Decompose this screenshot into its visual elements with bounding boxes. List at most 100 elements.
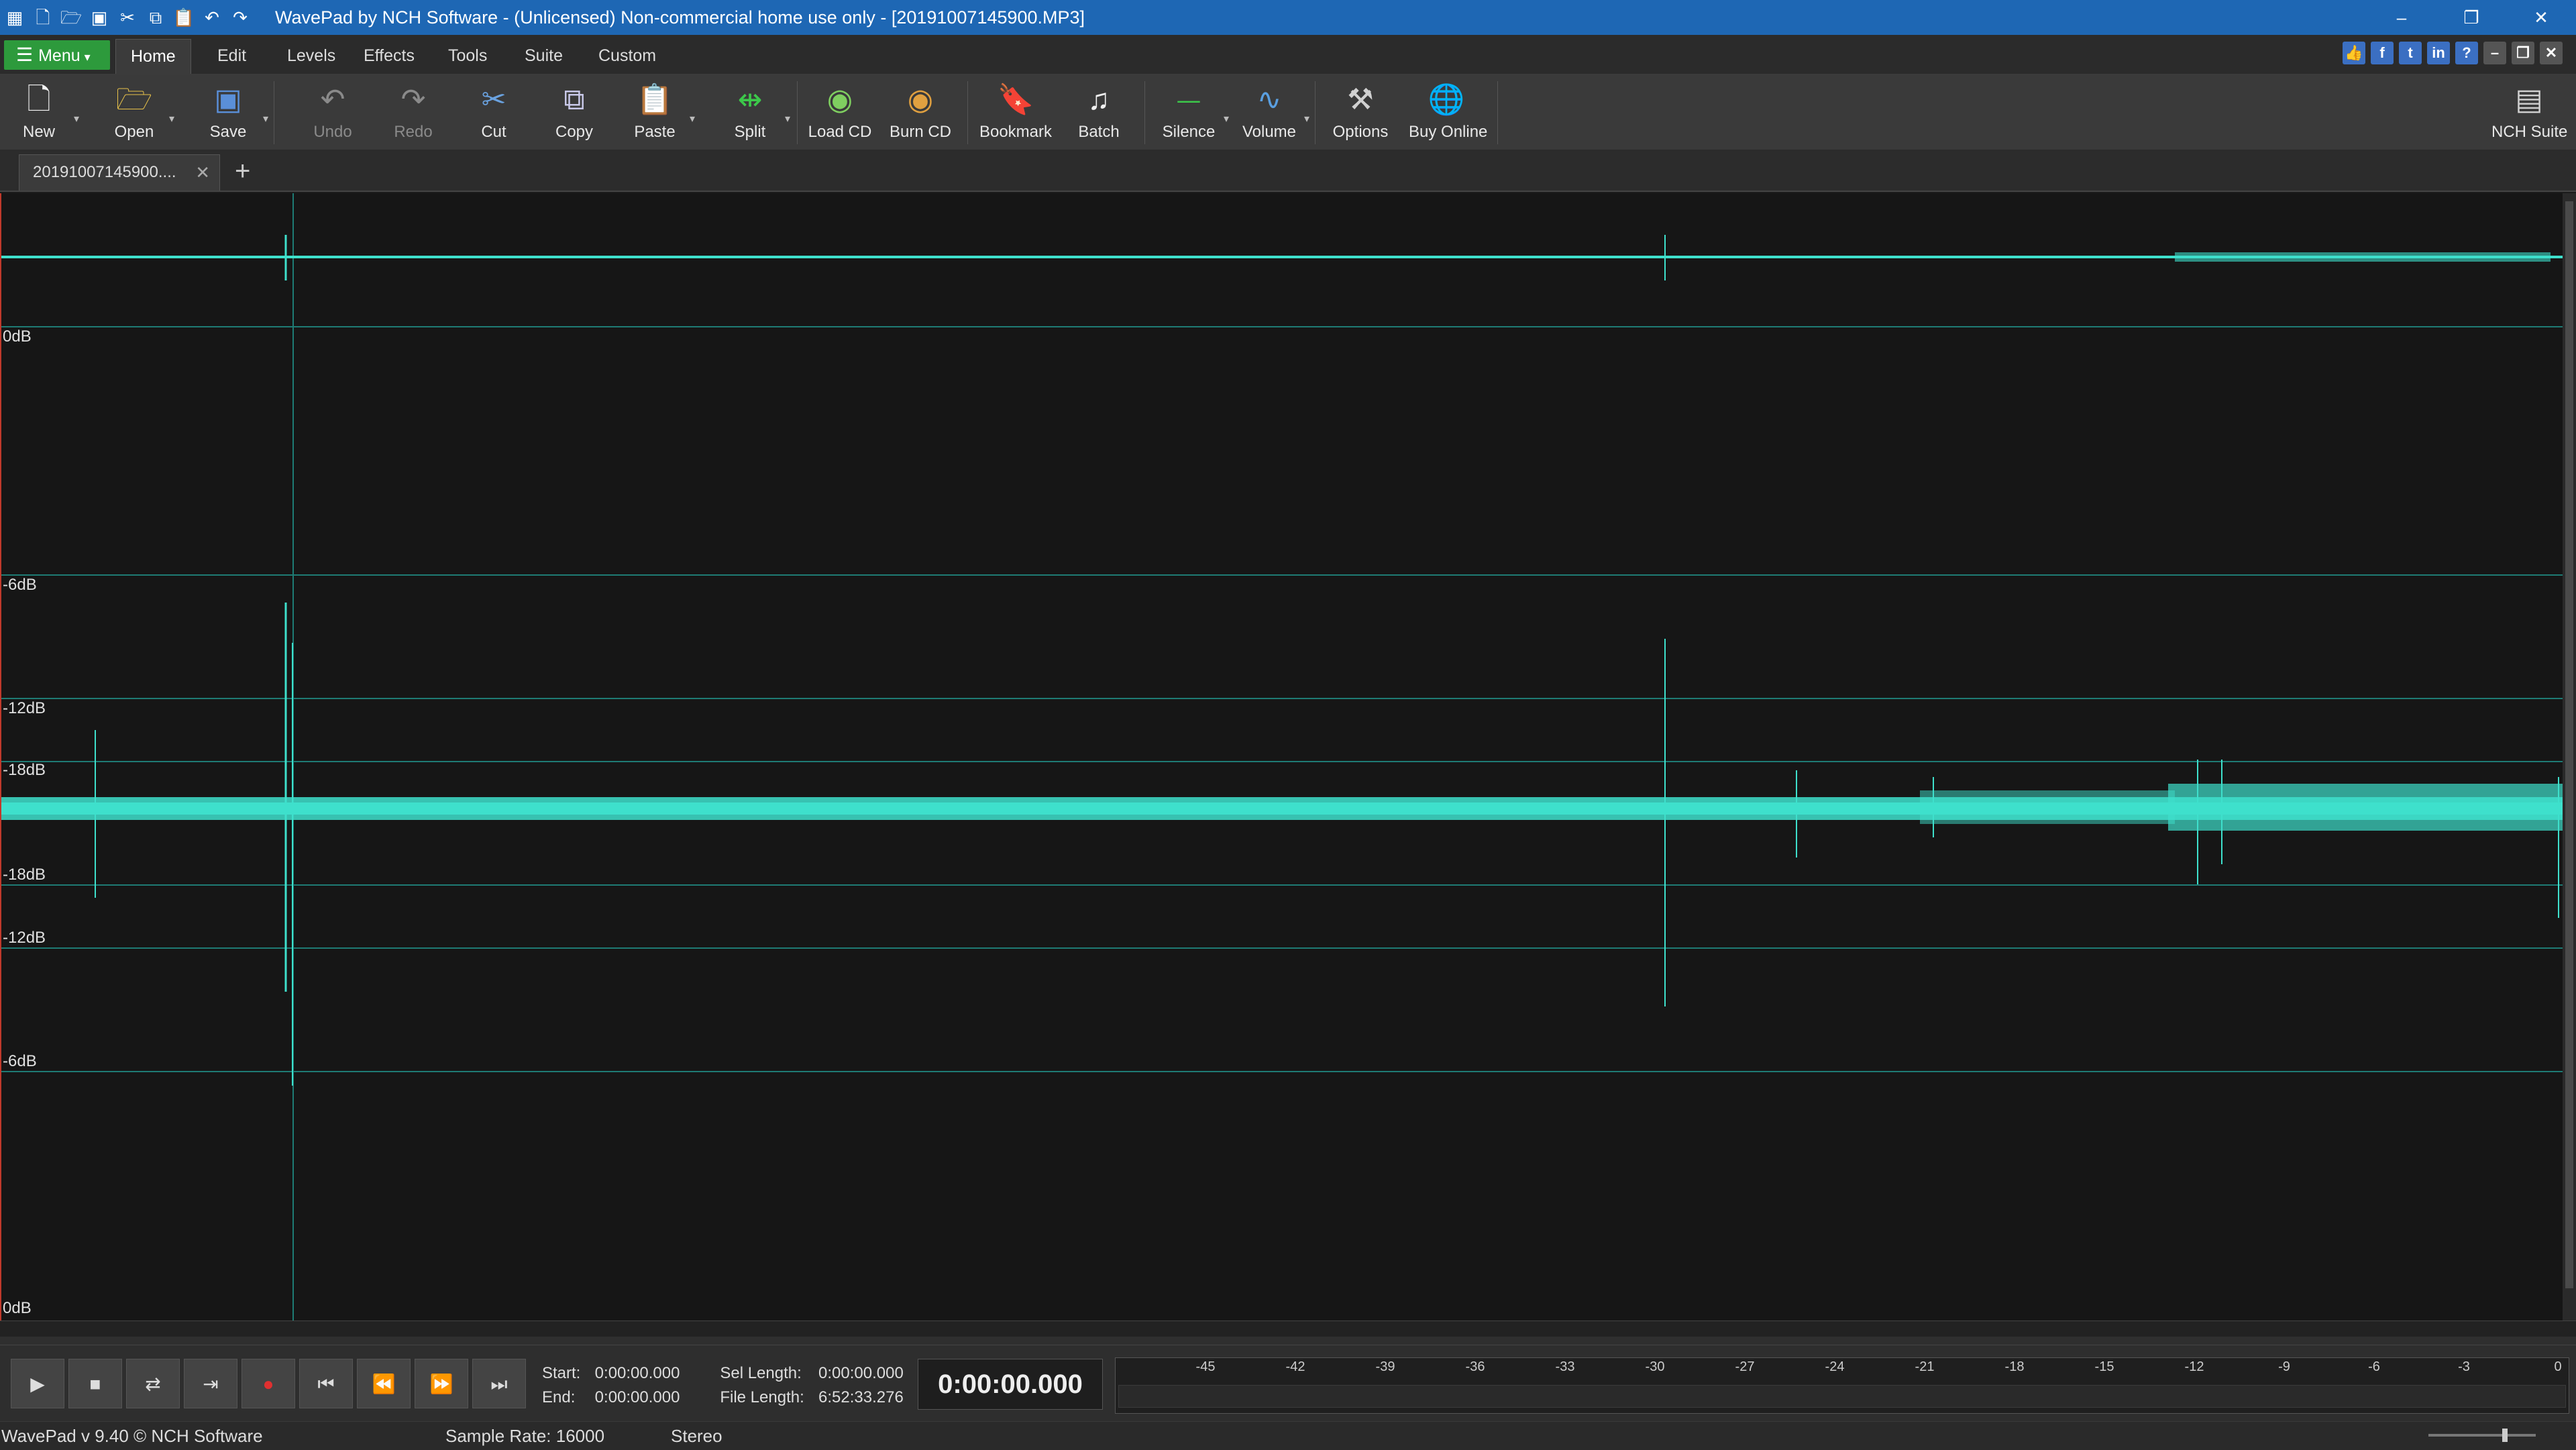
facebook-icon[interactable]: f (2371, 42, 2394, 64)
load-cd-button[interactable]: ◉ Load CD (802, 79, 877, 146)
document-tab[interactable]: 20191007145900.... ✕ (19, 154, 220, 191)
save-button[interactable]: ▣ Save ▾ (191, 79, 268, 146)
zoom-slider[interactable] (2428, 1429, 2536, 1442)
loop-button[interactable]: ⇄ (126, 1359, 180, 1408)
cut-icon[interactable]: ✂ (115, 5, 140, 30)
like-icon[interactable]: 👍 (2343, 42, 2365, 64)
cut-label: Cut (481, 123, 506, 141)
copy-icon[interactable]: ⧉ (144, 5, 168, 30)
play-button[interactable]: ▶ (11, 1359, 64, 1408)
redo-icon[interactable]: ↷ (228, 5, 252, 30)
minimize-button[interactable]: – (2367, 0, 2436, 35)
bookmark-button[interactable]: 🔖 Bookmark (978, 79, 1053, 146)
nch-suite-label: NCH Suite (2491, 123, 2568, 141)
redo-button[interactable]: ↷ Redo (376, 79, 451, 146)
start-label: Start: (542, 1364, 581, 1382)
fast-forward-button[interactable]: ⏩ (415, 1359, 468, 1408)
file-length-value: 6:52:33.276 (818, 1388, 904, 1406)
document-tab-label: 20191007145900.... (33, 163, 176, 181)
title-bar: ▦ 🗋 🗁 ▣ ✂ ⧉ 📋 ↶ ↷ WavePad by NCH Softwar… (0, 0, 2576, 35)
wavepad-logo-icon[interactable]: ▦ (3, 5, 27, 30)
silence-button[interactable]: ⏤ Silence ▾ (1151, 79, 1229, 146)
sel-length-value[interactable]: 0:00:00.000 (818, 1364, 904, 1382)
play-to-end-button[interactable]: ⇥ (184, 1359, 237, 1408)
undo-icon[interactable]: ↶ (200, 5, 224, 30)
toolbar-separator (1497, 81, 1498, 144)
dropdown-arrow-icon[interactable]: ▾ (1304, 112, 1309, 125)
main-menu-button[interactable]: ☰ Menu ▾ (4, 40, 110, 70)
go-to-end-button[interactable]: ⏭ (472, 1359, 526, 1408)
close-button[interactable]: ✕ (2506, 0, 2576, 35)
dropdown-arrow-icon[interactable]: ▾ (1224, 112, 1229, 125)
new-document-icon: 🗋 (27, 83, 51, 116)
waveform-view[interactable]: 0dB -6dB -12dB -18dB -18dB -12dB -6dB 0d… (0, 193, 2564, 1320)
version-text: WavePad v 9.40 © NCH Software (1, 1426, 263, 1446)
hamburger-icon: ☰ (16, 44, 34, 65)
add-tab-button[interactable]: + (235, 154, 250, 188)
new-file-icon[interactable]: 🗋 (31, 5, 55, 30)
timeline-ruler[interactable] (0, 1320, 2576, 1337)
batch-button[interactable]: ♫ Batch (1061, 79, 1136, 146)
save-icon[interactable]: ▣ (87, 5, 111, 30)
buy-online-label: Buy Online (1409, 123, 1488, 141)
end-value[interactable]: 0:00:00.000 (595, 1386, 716, 1410)
tab-custom[interactable]: Custom (584, 39, 671, 74)
tab-effects[interactable]: Effects (349, 39, 429, 74)
record-button[interactable]: ● (241, 1359, 295, 1408)
dropdown-arrow-icon[interactable]: ▾ (785, 112, 790, 125)
go-to-start-button[interactable]: ⏮ (299, 1359, 353, 1408)
new-label: New (22, 123, 55, 141)
time-display: 0:00:00.000 (918, 1359, 1103, 1410)
window-controls: – ❐ ✕ (2367, 0, 2576, 35)
undo-button[interactable]: ↶ Undo (295, 79, 370, 146)
ribbon-close-icon[interactable]: ✕ (2540, 42, 2563, 64)
tab-home[interactable]: Home (115, 39, 191, 74)
vertical-scrollbar[interactable] (2563, 193, 2576, 1320)
tab-levels[interactable]: Levels (272, 39, 350, 74)
dropdown-arrow-icon[interactable]: ▾ (690, 112, 695, 125)
split-button[interactable]: ⇹ Split ▾ (712, 79, 790, 146)
copy-button[interactable]: ⧉ Copy (537, 79, 612, 146)
open-folder-icon[interactable]: 🗁 (59, 5, 83, 30)
dropdown-arrow-icon[interactable]: ▾ (74, 112, 79, 125)
options-button[interactable]: ⚒ Options (1323, 79, 1398, 146)
top-channel-wave (1, 235, 2563, 280)
paste-button[interactable]: 📋 Paste ▾ (617, 79, 695, 146)
level-meter: -45 -42 -39 -36 -33 -30 -27 -24 -21 -18 … (1115, 1357, 2569, 1414)
dropdown-arrow-icon[interactable]: ▾ (169, 112, 174, 125)
rewind-button[interactable]: ⏪ (357, 1359, 411, 1408)
sel-length-label: Sel Length: (720, 1364, 802, 1382)
start-value[interactable]: 0:00:00.000 (595, 1361, 716, 1386)
linkedin-icon[interactable]: in (2427, 42, 2450, 64)
paste-icon[interactable]: 📋 (172, 5, 196, 30)
close-tab-icon[interactable]: ✕ (195, 155, 210, 190)
meter-tick: -18 (2004, 1359, 2025, 1374)
tab-edit[interactable]: Edit (203, 39, 261, 74)
zoom-slider-handle[interactable] (2502, 1429, 2508, 1442)
buy-online-button[interactable]: 🌐 Buy Online (1409, 79, 1488, 146)
horizontal-scrollbar[interactable] (0, 1337, 2576, 1345)
tab-suite[interactable]: Suite (510, 39, 578, 74)
burn-cd-icon: ◉ (907, 83, 934, 116)
help-icon[interactable]: ? (2455, 42, 2478, 64)
meter-tick: -30 (1645, 1359, 1665, 1374)
volume-button[interactable]: ∿ Volume ▾ (1232, 79, 1309, 146)
dropdown-arrow-icon[interactable]: ▾ (263, 112, 268, 125)
ribbon-minimize-icon[interactable]: – (2483, 42, 2506, 64)
new-button[interactable]: 🗋 New ▾ (1, 79, 79, 146)
twitter-icon[interactable]: t (2399, 42, 2422, 64)
nch-suite-button[interactable]: ▤ NCH Suite (2491, 79, 2567, 146)
scrollbar-thumb[interactable] (2565, 201, 2573, 1288)
burn-cd-button[interactable]: ◉ Burn CD (883, 79, 958, 146)
stop-button[interactable]: ■ (68, 1359, 122, 1408)
sample-rate-text: Sample Rate: 16000 (445, 1426, 605, 1446)
ribbon-restore-icon[interactable]: ❐ (2512, 42, 2534, 64)
volume-icon: ∿ (1256, 83, 1282, 116)
menu-label: Menu (38, 46, 80, 65)
cut-button[interactable]: ✂ Cut (456, 79, 531, 146)
open-button[interactable]: 🗁 Open ▾ (97, 79, 174, 146)
tab-tools[interactable]: Tools (433, 39, 502, 74)
menu-bar: ☰ Menu ▾ Home Edit Levels Effects Tools Su… (0, 35, 2576, 74)
restore-button[interactable]: ❐ (2436, 0, 2506, 35)
save-icon: ▣ (214, 83, 242, 116)
